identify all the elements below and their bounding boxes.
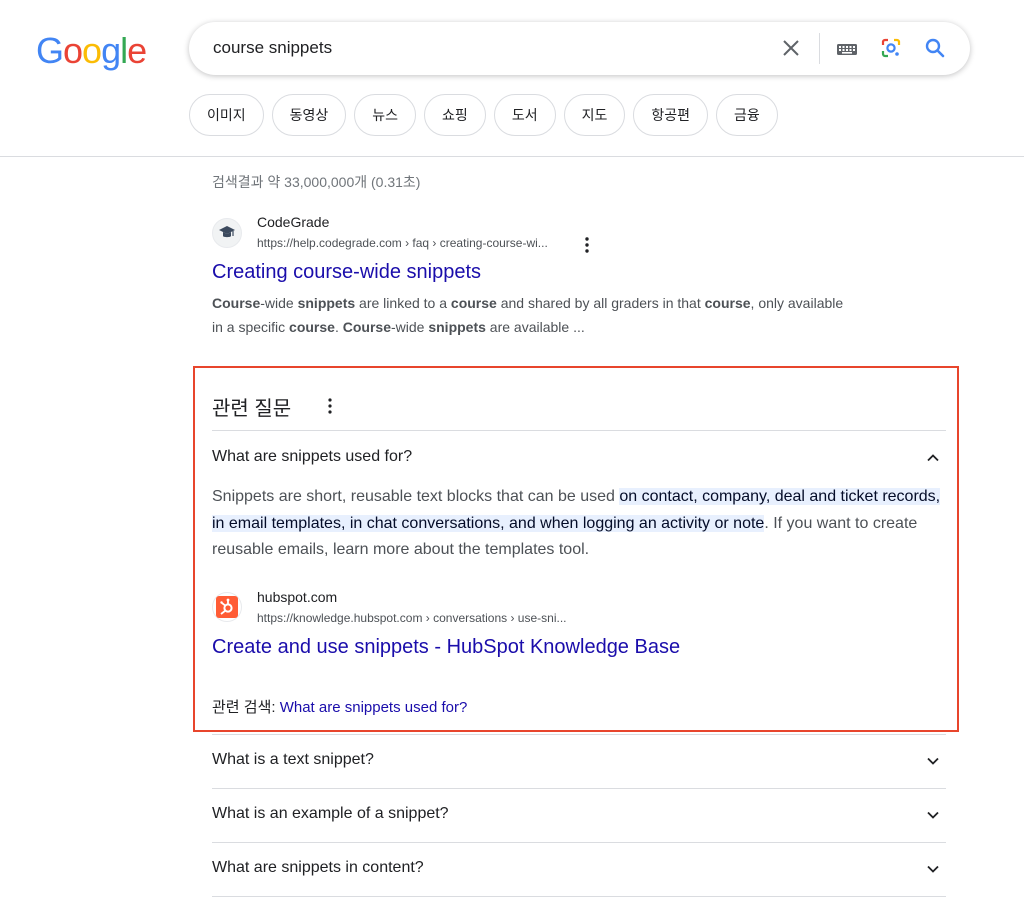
result-snippet-line-1: Course-wide snippets are linked to a cou… bbox=[212, 291, 843, 315]
snippet-text: -wide bbox=[260, 295, 298, 311]
answer-pre: Snippets are short, reusable text blocks… bbox=[212, 488, 620, 505]
snippet-text: are linked to a bbox=[355, 295, 451, 311]
related-questions-title: 관련 질문 bbox=[212, 398, 292, 420]
lens-camera-icon[interactable] bbox=[879, 36, 903, 60]
snippet-term: course bbox=[450, 295, 497, 311]
question-divider bbox=[212, 734, 946, 735]
logo-letter: g bbox=[101, 30, 121, 71]
codegrade-favicon[interactable] bbox=[212, 218, 242, 248]
logo-letter: o bbox=[82, 30, 102, 71]
search-icon[interactable] bbox=[923, 36, 947, 60]
google-logo[interactable]: G o o g l e bbox=[36, 30, 147, 72]
hubspot-favicon[interactable] bbox=[212, 592, 242, 622]
question-divider bbox=[212, 430, 946, 431]
snippet-term: course bbox=[704, 295, 751, 311]
hubspot-icon bbox=[216, 596, 238, 618]
snippet-term: snippets bbox=[297, 295, 356, 311]
chip-shopping[interactable]: 쇼핑 bbox=[424, 94, 486, 136]
answer-text: Snippets are short, reusable text blocks… bbox=[212, 484, 942, 564]
question-item[interactable]: What are snippets in content? bbox=[212, 859, 424, 877]
chip-books[interactable]: 도서 bbox=[493, 94, 556, 136]
chevron-down-icon[interactable] bbox=[924, 752, 942, 770]
result-url[interactable]: https://help.codegrade.com › faq › creat… bbox=[257, 236, 548, 250]
result-title-link[interactable]: Creating course-wide snippets bbox=[212, 261, 481, 284]
result-snippet-line-2: in a specific course. Course-wide snippe… bbox=[212, 315, 585, 339]
chip-finance[interactable]: 금융 bbox=[715, 94, 778, 136]
header-divider bbox=[0, 156, 1024, 157]
search-input[interactable]: course snippets bbox=[213, 38, 332, 58]
related-search-label: 관련 검색: bbox=[212, 699, 280, 716]
logo-letter: G bbox=[36, 30, 64, 71]
snippet-term: course bbox=[289, 319, 335, 335]
filter-chips: 이미지 동영상 뉴스 쇼핑 도서 지도 항공편 금융 bbox=[189, 94, 778, 136]
chip-images[interactable]: 이미지 bbox=[189, 94, 264, 136]
logo-letter: l bbox=[120, 30, 128, 71]
question-expanded[interactable]: What are snippets used for? bbox=[212, 448, 412, 466]
related-search: 관련 검색: What are snippets used for? bbox=[212, 696, 467, 717]
chevron-up-icon[interactable] bbox=[924, 449, 942, 467]
close-icon[interactable] bbox=[779, 36, 803, 60]
snippet-text: and shared by all graders in that bbox=[496, 295, 705, 311]
snippet-text: are available ... bbox=[485, 319, 585, 335]
chip-news[interactable]: 뉴스 bbox=[354, 94, 417, 136]
snippet-text: . bbox=[334, 319, 343, 335]
snippet-term: Course bbox=[212, 295, 261, 311]
answer-site-name[interactable]: hubspot.com bbox=[257, 589, 337, 605]
chevron-down-icon[interactable] bbox=[924, 806, 942, 824]
search-divider bbox=[819, 33, 820, 64]
chip-maps[interactable]: 지도 bbox=[563, 94, 626, 136]
logo-letter: e bbox=[127, 30, 147, 71]
question-divider bbox=[212, 842, 946, 843]
more-options-icon[interactable] bbox=[579, 236, 595, 254]
snippet-text: , only available bbox=[750, 295, 844, 311]
question-item[interactable]: What is a text snippet? bbox=[212, 751, 374, 769]
graduation-cap-icon bbox=[219, 226, 235, 238]
related-search-link[interactable]: What are snippets used for? bbox=[280, 699, 468, 716]
snippet-text: in a specific bbox=[212, 319, 290, 335]
more-options-icon[interactable] bbox=[322, 397, 338, 415]
question-divider bbox=[212, 896, 946, 897]
answer-url[interactable]: https://knowledge.hubspot.com › conversa… bbox=[257, 611, 567, 625]
result-site-name[interactable]: CodeGrade bbox=[257, 214, 329, 230]
chip-videos[interactable]: 동영상 bbox=[271, 94, 347, 136]
keyboard-icon[interactable] bbox=[835, 38, 859, 60]
result-stats: 검색결과 약 33,000,000개 (0.31초) bbox=[212, 174, 421, 190]
search-box[interactable]: course snippets bbox=[189, 22, 970, 75]
snippet-term: Course bbox=[342, 319, 391, 335]
chevron-down-icon[interactable] bbox=[924, 860, 942, 878]
chip-flights[interactable]: 항공편 bbox=[633, 94, 708, 136]
snippet-term: snippets bbox=[428, 319, 486, 335]
logo-letter: o bbox=[63, 30, 83, 71]
question-item[interactable]: What is an example of a snippet? bbox=[212, 805, 449, 823]
answer-title-link[interactable]: Create and use snippets - HubSpot Knowle… bbox=[212, 636, 680, 659]
question-divider bbox=[212, 788, 946, 789]
snippet-text: -wide bbox=[390, 319, 429, 335]
